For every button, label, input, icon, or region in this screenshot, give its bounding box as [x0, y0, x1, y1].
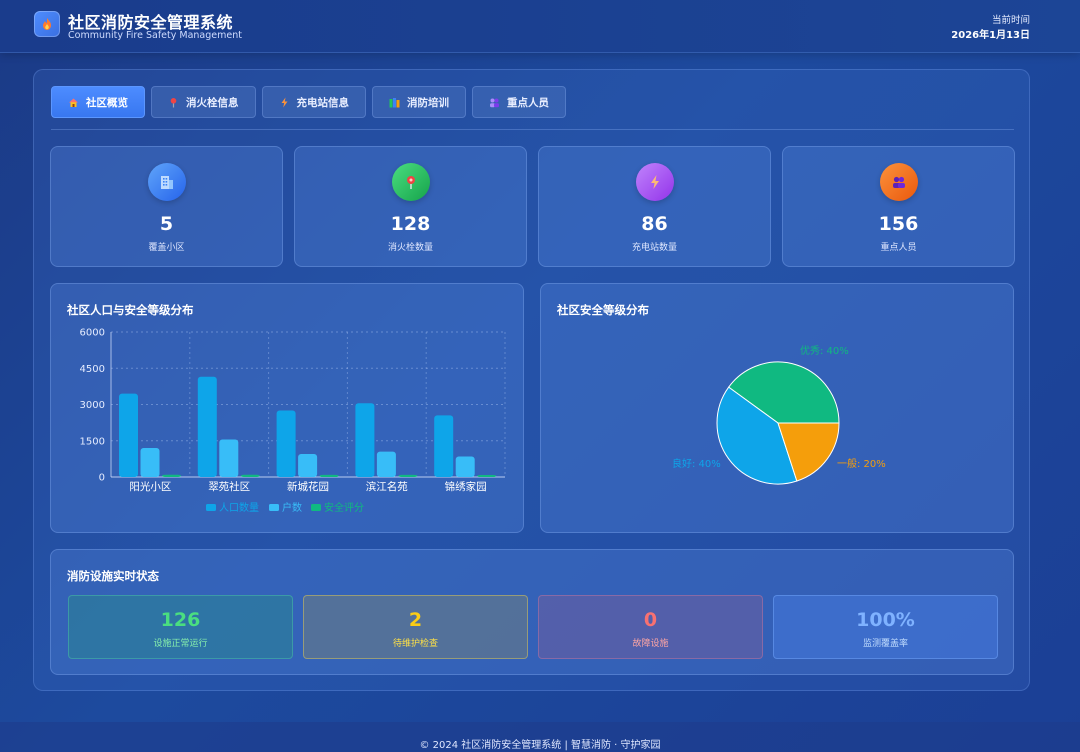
lightning-icon: [635, 163, 674, 201]
current-time-value: 2026年1月13日: [951, 30, 1030, 41]
stat-label: 重点人员: [880, 243, 917, 253]
bar-人口数量: [434, 415, 454, 477]
x-tick-label: 新城花园: [287, 480, 329, 493]
status-label: 监测覆盖率: [862, 639, 908, 649]
pin-icon: [168, 97, 179, 108]
bar-户数: [455, 456, 475, 477]
tab-charging[interactable]: 充电站信息: [261, 86, 366, 118]
y-tick-label: 3000: [80, 400, 105, 411]
y-tick-label: 1500: [80, 436, 105, 447]
stat-card-key-persons: 156 重点人员: [782, 146, 1015, 267]
bar-安全评分: [477, 474, 497, 477]
legend-label[interactable]: 安全评分: [324, 501, 364, 514]
tab-divider: [51, 129, 1014, 130]
y-tick-label: 4500: [80, 364, 105, 375]
bar-安全评分: [319, 474, 339, 477]
bar-户数: [219, 439, 239, 477]
pie-label: 优秀: 40%: [800, 344, 849, 357]
status-label: 设施正常运行: [153, 639, 208, 649]
fire-logo-icon: [34, 11, 60, 37]
people-icon: [489, 97, 500, 108]
status-coverage: 100% 监测覆盖率: [773, 595, 998, 659]
bar-户数: [298, 454, 318, 477]
status-normal: 126 设施正常运行: [68, 595, 293, 659]
stat-value: 5: [159, 213, 174, 235]
main-panel: 社区概览 消火栓信息 充电站信息 消防培训 重点人员 5 覆盖小区 128 消火…: [33, 69, 1030, 691]
legend-label[interactable]: 人口数量: [219, 501, 259, 514]
bar-人口数量: [355, 403, 375, 477]
legend-swatch: [311, 504, 321, 511]
stat-label: 消火栓数量: [387, 243, 433, 253]
bar-人口数量: [197, 376, 217, 477]
stat-label: 覆盖小区: [148, 243, 185, 253]
stat-card-charging-stations: 86 充电站数量: [538, 146, 771, 267]
bar-户数: [376, 451, 396, 477]
tab-label: 消防培训: [407, 96, 449, 109]
tab-label: 重点人员: [507, 96, 549, 109]
status-value: 100%: [856, 609, 915, 631]
tab-label: 消火栓信息: [186, 96, 239, 109]
bar-安全评分: [398, 474, 418, 477]
current-time-label: 当前时间: [991, 15, 1030, 26]
pie-label: 一般: 20%: [837, 457, 886, 470]
books-icon: [389, 97, 400, 108]
tab-hydrant[interactable]: 消火栓信息: [151, 86, 256, 118]
bar-chart-card: 社区人口与安全等级分布 0 1500 3000 4500 6000 阳光小区 翠苑社区 新城花…: [50, 283, 524, 533]
x-tick-label: 翠苑社区: [208, 480, 250, 493]
status-fault: 0 故障设施: [538, 595, 763, 659]
house-icon: [68, 97, 79, 108]
status-value: 2: [408, 609, 423, 631]
stat-card-communities: 5 覆盖小区: [50, 146, 283, 267]
pie-label: 良好: 40%: [672, 457, 721, 470]
status-label: 故障设施: [632, 639, 669, 649]
x-tick-label: 锦绣家园: [445, 480, 487, 493]
facility-status-card: 消防设施实时状态 126 设施正常运行 2 待维护检查 0 故障设施 100% …: [50, 549, 1014, 675]
stat-card-hydrants: 128 消火栓数量: [294, 146, 527, 267]
bar-人口数量: [119, 393, 138, 477]
status-value: 0: [643, 609, 658, 631]
pie-chart: 优秀: 40% 良好: 40% 一般: 20%: [672, 344, 886, 485]
facility-status-title: 消防设施实时状态: [67, 569, 159, 583]
legend-label[interactable]: 户数: [282, 501, 302, 514]
y-tick-label: 0: [99, 473, 105, 484]
tab-bar: 社区概览 消火栓信息 充电站信息 消防培训 重点人员: [51, 86, 566, 118]
stat-value: 156: [878, 213, 919, 235]
pin-icon: [391, 163, 430, 201]
tab-training[interactable]: 消防培训: [372, 86, 466, 118]
legend-swatch: [206, 504, 216, 511]
bar-chart: 0 1500 3000 4500 6000 阳光小区 翠苑社区 新城花园 滨江名苑 锦绣家园人口数…: [80, 328, 506, 514]
tab-key-persons[interactable]: 重点人员: [472, 86, 566, 118]
x-tick-label: 阳光小区: [129, 480, 171, 493]
tab-label: 充电站信息: [296, 96, 350, 109]
stat-label: 充电站数量: [631, 243, 677, 253]
people-icon: [879, 163, 918, 201]
status-maintenance: 2 待维护检查: [303, 595, 528, 659]
x-tick-label: 滨江名苑: [366, 480, 408, 493]
app-subtitle: Community Fire Safety Management: [68, 30, 242, 41]
bar-安全评分: [240, 474, 260, 477]
legend-swatch: [269, 504, 279, 511]
stat-value: 128: [390, 213, 431, 235]
tab-label: 社区概览: [86, 96, 128, 109]
tab-overview[interactable]: 社区概览: [51, 86, 145, 118]
app-header: 社区消防安全管理系统 Community Fire Safety Managem…: [0, 0, 1080, 53]
y-tick-label: 6000: [80, 328, 105, 339]
bar-安全评分: [162, 474, 181, 477]
status-value: 126: [160, 609, 201, 631]
status-label: 待维护检查: [392, 639, 438, 649]
stat-value: 86: [641, 213, 668, 235]
lightning-icon: [279, 97, 290, 108]
pie-chart-card: 社区安全等级分布 优秀: 40% 良好: 40% 一般: 20%: [540, 283, 1014, 533]
footer-text: © 2024 社区消防安全管理系统 | 智慧消防 · 守护家园: [0, 722, 1080, 752]
building-icon: [147, 163, 186, 201]
bar-户数: [140, 448, 160, 477]
bar-人口数量: [276, 410, 296, 477]
